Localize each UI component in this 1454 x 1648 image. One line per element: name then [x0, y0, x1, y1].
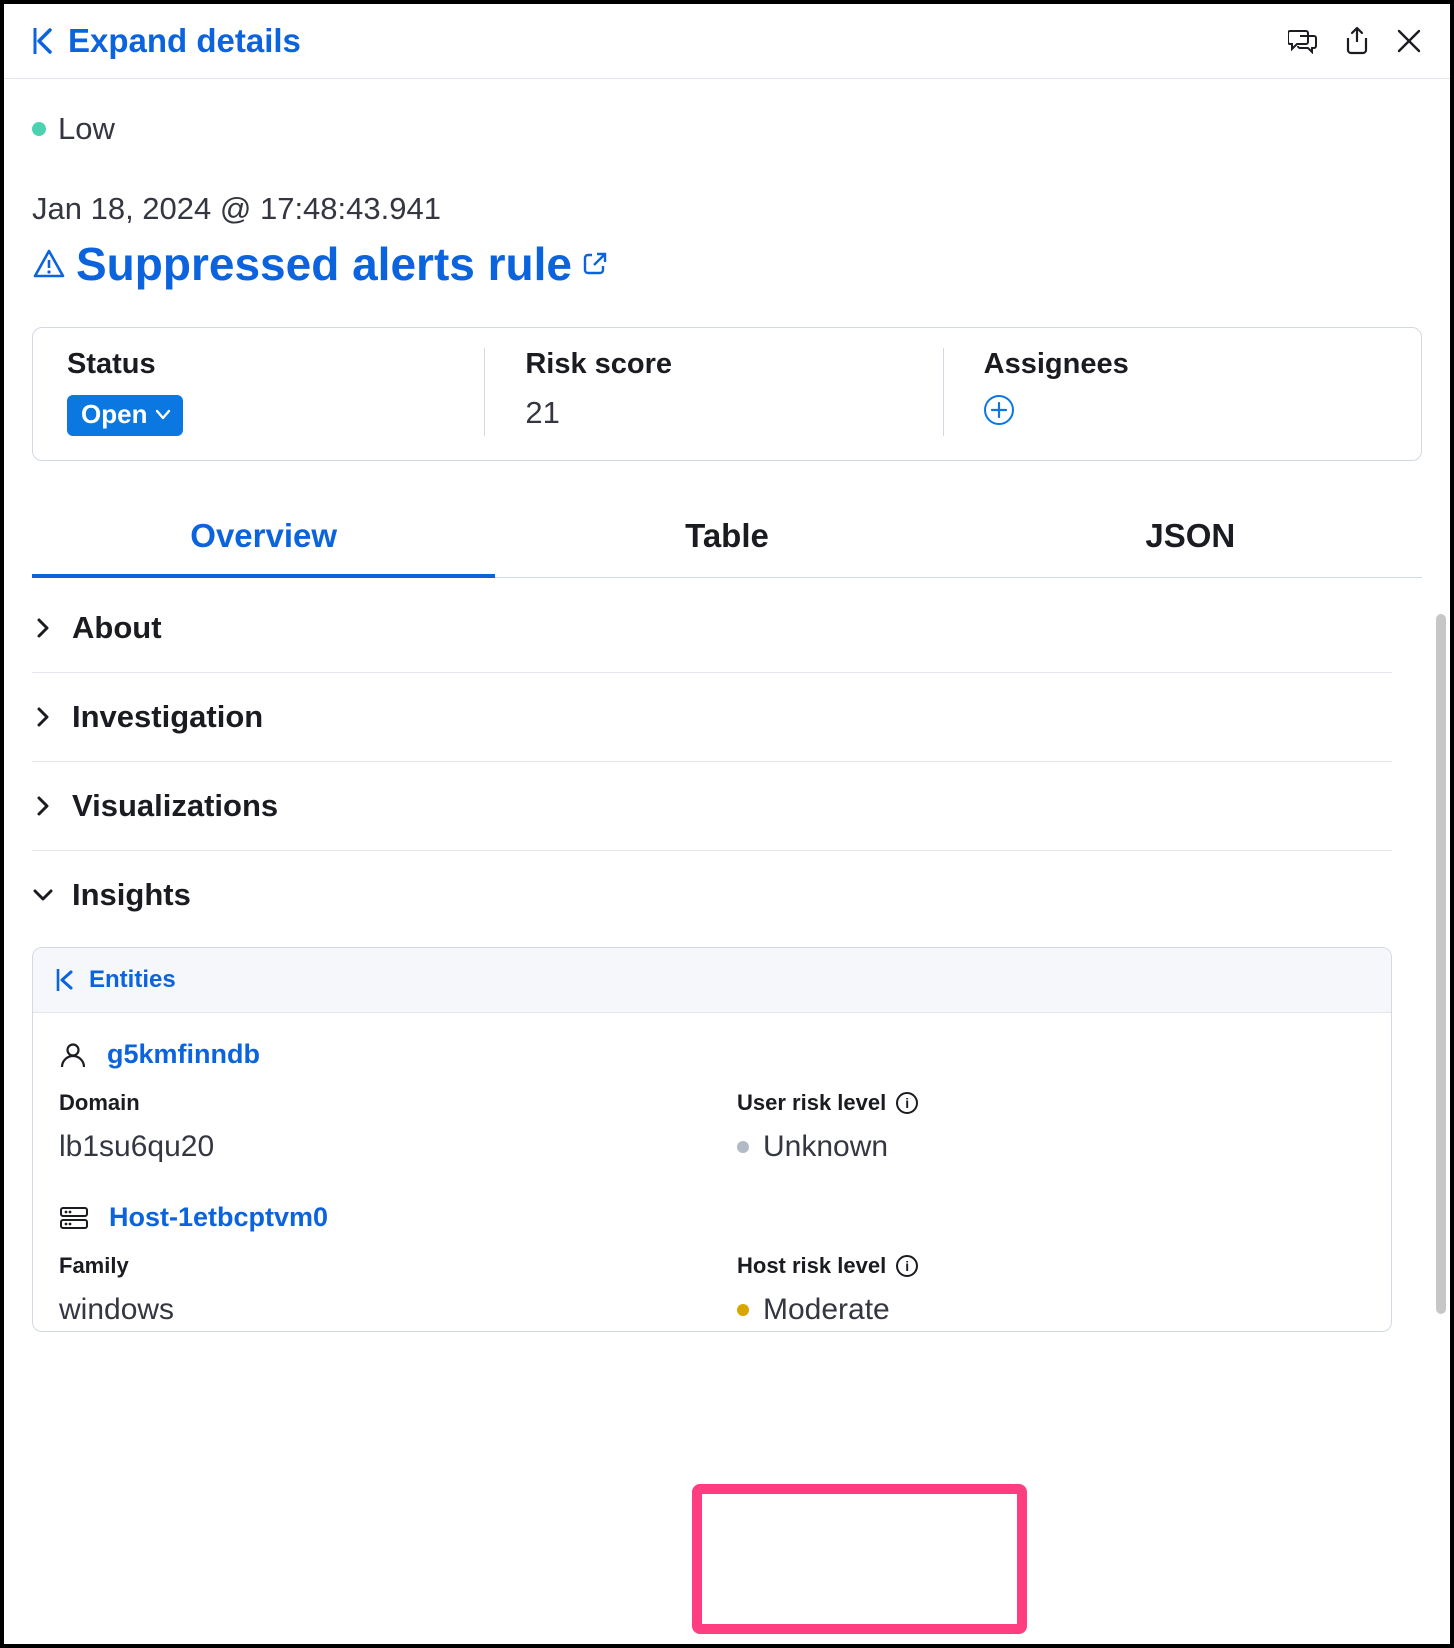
host-icon: [59, 1206, 89, 1230]
highlight-annotation: [692, 1484, 1027, 1634]
header-actions: [1288, 26, 1422, 56]
chevron-right-icon: [32, 617, 54, 639]
user-risk-value: Unknown: [763, 1130, 888, 1164]
tab-overview[interactable]: Overview: [32, 501, 495, 577]
entity-host-link[interactable]: Host-1etbcptvm0: [109, 1202, 328, 1233]
share-icon[interactable]: [1344, 26, 1370, 56]
status-value: Open: [81, 399, 147, 430]
plus-icon: [991, 402, 1007, 418]
tab-table[interactable]: Table: [495, 501, 958, 577]
status-badge[interactable]: Open: [67, 395, 183, 436]
user-risk-cell: User risk level i Unknown: [727, 1090, 1365, 1164]
chevron-down-icon: [32, 884, 54, 906]
info-icon[interactable]: i: [896, 1092, 918, 1114]
entity-host-block: Host-1etbcptvm0 Family windows Host risk…: [33, 1168, 1391, 1331]
collapse-left-icon: [32, 26, 54, 56]
user-icon: [59, 1041, 87, 1069]
section-about[interactable]: About: [32, 584, 1392, 673]
close-icon[interactable]: [1396, 28, 1422, 54]
scrollbar[interactable]: [1436, 614, 1446, 1314]
collapse-left-icon: [55, 967, 75, 993]
tabs: Overview Table JSON: [32, 501, 1422, 578]
host-risk-label: Host risk level: [737, 1253, 886, 1279]
chat-icon[interactable]: [1288, 28, 1318, 54]
alert-timestamp: Jan 18, 2024 @ 17:48:43.941: [32, 191, 1422, 227]
entities-header[interactable]: Entities: [33, 948, 1391, 1013]
risk-dot-icon: [737, 1304, 749, 1316]
section-insights[interactable]: Insights: [32, 851, 1392, 939]
user-domain-cell: Domain lb1su6qu20: [59, 1090, 687, 1164]
entities-title: Entities: [89, 966, 176, 994]
expand-details-link[interactable]: Expand details: [32, 22, 301, 60]
host-risk-cell: Host risk level i Moderate: [727, 1253, 1365, 1327]
assignees-label: Assignees: [984, 348, 1387, 381]
stat-assignees: Assignees: [943, 348, 1401, 436]
section-investigation-title: Investigation: [72, 699, 263, 735]
severity-indicator: Low: [32, 111, 1422, 147]
info-icon[interactable]: i: [896, 1255, 918, 1277]
tab-json[interactable]: JSON: [959, 501, 1422, 577]
severity-label: Low: [58, 111, 115, 147]
chevron-right-icon: [32, 706, 54, 728]
section-visualizations-title: Visualizations: [72, 788, 278, 824]
risk-dot-icon: [737, 1141, 749, 1153]
entity-user-link[interactable]: g5kmfinndb: [107, 1039, 260, 1070]
chevron-down-icon: [155, 409, 171, 421]
user-domain-label: Domain: [59, 1090, 687, 1116]
section-investigation[interactable]: Investigation: [32, 673, 1392, 762]
status-label: Status: [67, 348, 470, 381]
chevron-right-icon: [32, 795, 54, 817]
external-link-icon[interactable]: [582, 251, 608, 277]
alert-warning-icon: [32, 247, 66, 281]
host-family-value: windows: [59, 1293, 687, 1327]
section-insights-title: Insights: [72, 877, 191, 913]
host-family-cell: Family windows: [59, 1253, 687, 1327]
stats-card: Status Open Risk score 21 Assignees: [32, 327, 1422, 461]
entities-card: Entities g5kmfinndb Domain: [32, 947, 1392, 1332]
entity-user-block: g5kmfinndb Domain lb1su6qu20 User risk l…: [33, 1013, 1391, 1168]
host-family-label: Family: [59, 1253, 687, 1279]
expand-details-label: Expand details: [68, 22, 301, 60]
section-about-title: About: [72, 610, 162, 646]
user-domain-value: lb1su6qu20: [59, 1130, 687, 1164]
risk-score-label: Risk score: [525, 348, 928, 381]
add-assignee-button[interactable]: [984, 395, 1014, 425]
severity-dot-icon: [32, 122, 46, 136]
stat-status: Status Open: [53, 348, 484, 436]
panel-header: Expand details: [4, 4, 1450, 79]
section-visualizations[interactable]: Visualizations: [32, 762, 1392, 851]
user-risk-label: User risk level: [737, 1090, 886, 1116]
stat-risk-score: Risk score 21: [484, 348, 942, 436]
rule-title-link[interactable]: Suppressed alerts rule: [76, 237, 572, 291]
host-risk-value: Moderate: [763, 1293, 890, 1327]
risk-score-value: 21: [525, 395, 559, 430]
